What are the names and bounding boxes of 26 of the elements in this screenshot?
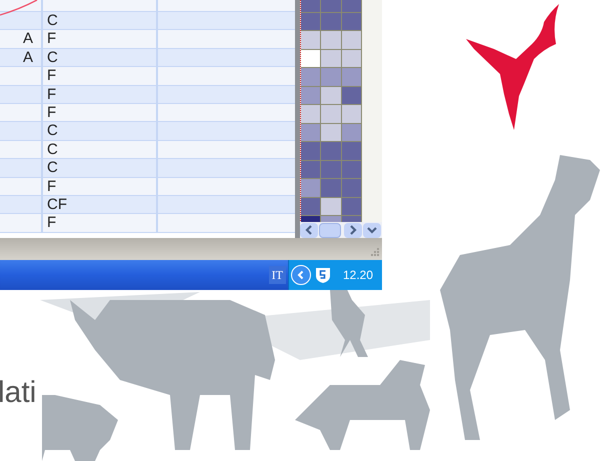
table-cell: A [22, 30, 33, 48]
clock[interactable]: 12.20 [343, 266, 374, 284]
language-indicator[interactable]: IT [268, 266, 286, 284]
scrollbar-thumb[interactable] [319, 222, 341, 238]
table-cell: C [47, 140, 58, 158]
caret-left-icon [296, 270, 306, 280]
table-cell: C [47, 48, 58, 66]
curve-line [0, 0, 38, 16]
table-cell: F [47, 214, 56, 232]
scroll-right-button[interactable] [344, 222, 362, 238]
table-cell: C [47, 12, 58, 29]
table-cell: C [47, 122, 58, 140]
table-cell: A [22, 48, 33, 66]
table-cell: F [47, 30, 56, 48]
scroll-down-button[interactable] [363, 222, 381, 238]
table-cell: F [47, 104, 56, 121]
table-cell: C [47, 159, 58, 176]
table-cell: F [47, 178, 56, 195]
scroll-left-button[interactable] [300, 222, 318, 238]
table-cell: CF [47, 196, 67, 213]
table-cell: F [47, 86, 56, 103]
shield-icon[interactable] [315, 266, 331, 284]
table-cell: F [47, 67, 56, 84]
resize-grip-icon [370, 248, 380, 258]
show-hidden-icons-button[interactable] [291, 265, 311, 285]
background-text: lati [0, 375, 36, 411]
